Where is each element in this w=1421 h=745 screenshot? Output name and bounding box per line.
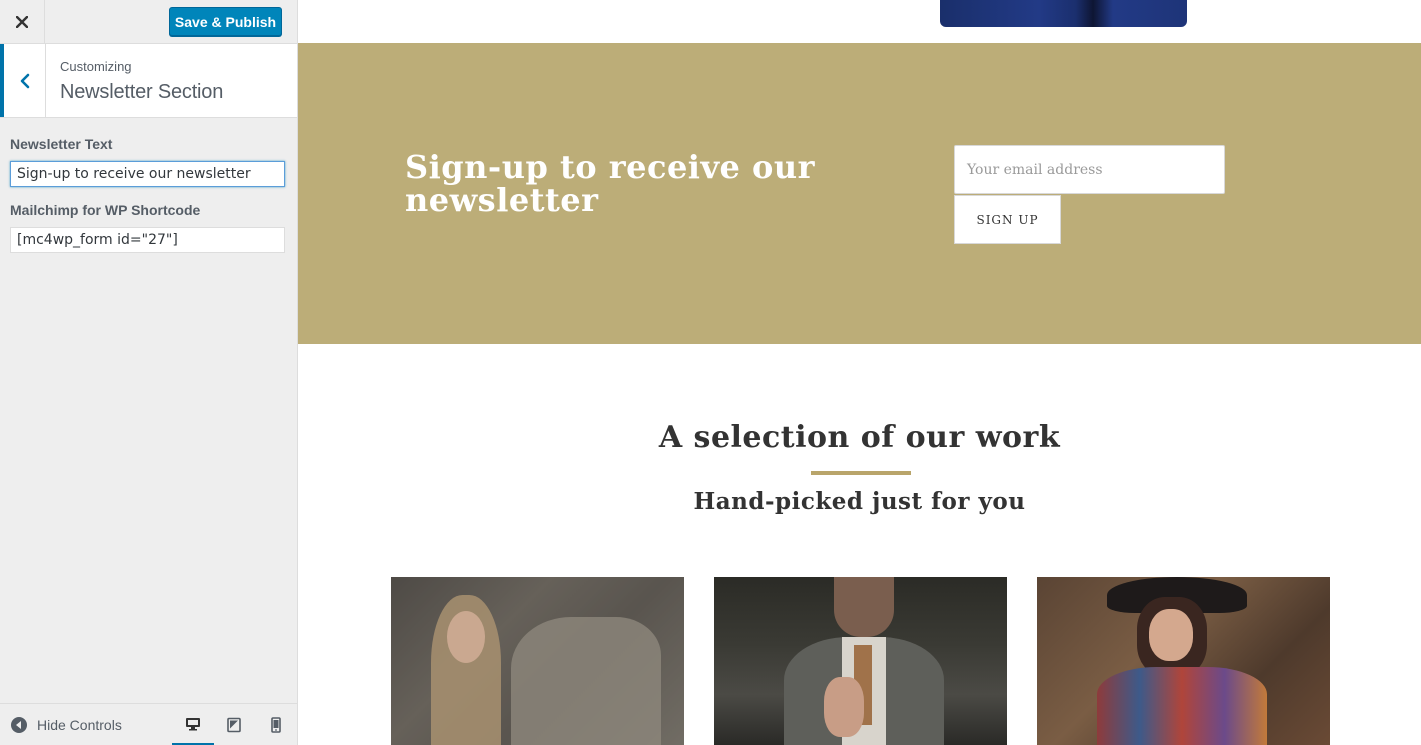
newsletter-heading: Sign-up to receive our newsletter <box>405 148 816 219</box>
hide-controls-label: Hide Controls <box>37 717 122 733</box>
close-customizer-button[interactable] <box>0 0 45 43</box>
customizer-header: Save & Publish <box>0 0 297 44</box>
collapse-arrow-icon <box>11 717 27 733</box>
mobile-icon <box>271 717 281 733</box>
hide-controls-button[interactable]: Hide Controls <box>10 716 122 734</box>
close-icon <box>16 15 28 28</box>
gallery-image-man-in-suit[interactable] <box>714 577 1007 745</box>
desktop-icon <box>186 717 200 730</box>
email-input[interactable]: Your email address <box>954 145 1225 194</box>
customizer-sidebar: Save & Publish Customizing Newsletter Se… <box>0 0 298 745</box>
hero-photo-fragment <box>940 0 1187 27</box>
device-desktop-button[interactable] <box>172 704 214 745</box>
customizing-label: Customizing <box>60 59 132 74</box>
gallery-image-woman-in-hat[interactable] <box>1037 577 1330 745</box>
device-tablet-button[interactable] <box>213 704 255 745</box>
customizer-footer: Hide Controls <box>0 703 297 745</box>
work-section-title: A selection of our work <box>658 420 1061 455</box>
device-mobile-button[interactable] <box>255 704 297 745</box>
newsletter-text-label: Newsletter Text <box>10 136 113 152</box>
gallery-image-woman-outdoors[interactable] <box>391 577 684 745</box>
newsletter-section: Sign-up to receive our newsletter Your e… <box>298 43 1421 344</box>
save-publish-button[interactable]: Save & Publish <box>169 7 282 36</box>
section-title-panel: Customizing Newsletter Section <box>0 44 297 118</box>
back-button[interactable] <box>0 44 46 117</box>
title-divider <box>811 471 911 475</box>
mailchimp-shortcode-input[interactable]: [mc4wp_form id="27"] <box>10 227 285 253</box>
work-section-subtitle: Hand-picked just for you <box>693 488 1026 515</box>
sign-up-button[interactable]: SIGN UP <box>954 195 1061 244</box>
tablet-icon <box>227 717 241 733</box>
newsletter-text-input[interactable]: Sign-up to receive our newsletter <box>10 161 285 187</box>
section-name: Newsletter Section <box>60 81 224 103</box>
site-preview: Sign-up to receive our newsletter Your e… <box>298 0 1421 745</box>
chevron-left-icon <box>20 73 29 88</box>
mailchimp-shortcode-label: Mailchimp for WP Shortcode <box>10 202 201 218</box>
